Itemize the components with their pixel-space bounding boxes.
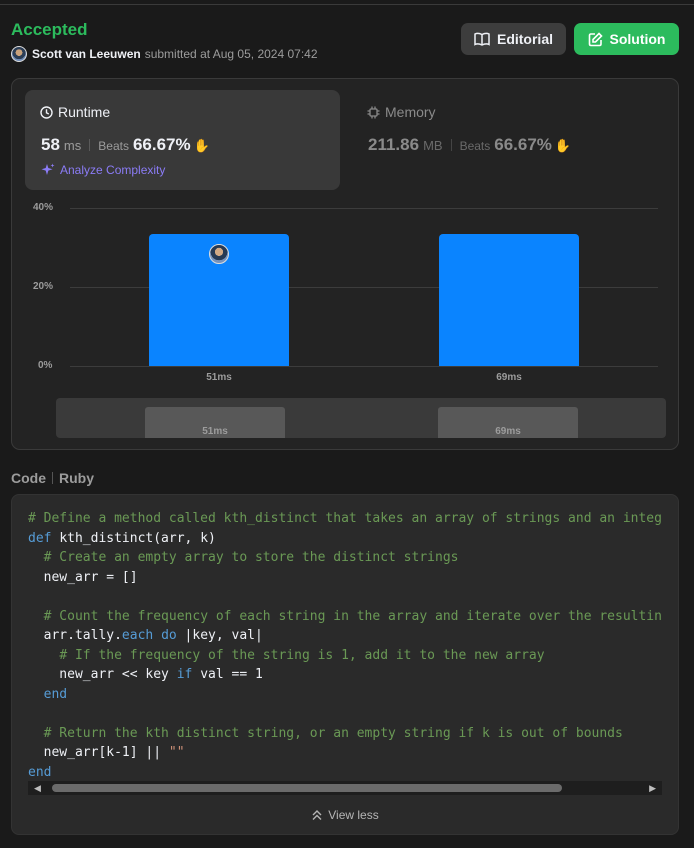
x-tick-label: 69ms xyxy=(496,372,522,383)
y-tick-label: 40% xyxy=(33,202,54,213)
chip-icon xyxy=(367,106,380,118)
double-chevron-up-icon xyxy=(312,810,322,820)
code-language: Ruby xyxy=(59,470,94,486)
scrollbar-thumb[interactable] xyxy=(52,784,562,792)
clock-icon xyxy=(40,105,53,119)
book-icon xyxy=(474,32,490,46)
code-block: # Define a method called kth_distinct th… xyxy=(11,494,679,835)
chart-gridline xyxy=(70,366,658,367)
view-less-button[interactable]: View less xyxy=(12,808,678,822)
clap-icon: ✋ xyxy=(193,138,210,153)
memory-unit: MB xyxy=(423,138,443,153)
memory-metric: 211.86 MB Beats 66.67% ✋ xyxy=(368,135,571,155)
submitted-at: submitted at Aug 05, 2024 07:42 xyxy=(144,47,318,61)
runtime-beats-label: Beats xyxy=(98,139,129,153)
user-name[interactable]: Scott van Leeuwen xyxy=(32,47,141,61)
x-tick-label: 51ms xyxy=(206,372,232,383)
top-divider xyxy=(0,4,694,5)
metric-separator xyxy=(89,139,91,151)
metric-separator xyxy=(450,139,452,151)
performance-panel: Runtime 58 ms Beats 66.67% ✋ Analyze Com… xyxy=(11,78,679,450)
sparkle-icon xyxy=(41,163,55,175)
brush-tick-label: 69ms xyxy=(495,426,521,437)
memory-beats-label: Beats xyxy=(459,139,491,153)
memory-value: 211.86 xyxy=(368,135,420,154)
view-less-label: View less xyxy=(328,808,379,822)
y-tick-label: 0% xyxy=(38,360,53,371)
user-avatar[interactable] xyxy=(11,46,27,62)
y-tick-label: 20% xyxy=(33,281,54,292)
solution-button[interactable]: Solution xyxy=(574,23,679,55)
runtime-unit: ms xyxy=(63,138,82,153)
header-separator xyxy=(52,472,53,484)
chart-gridline xyxy=(70,208,658,209)
scroll-right-icon[interactable]: ▶ xyxy=(649,783,656,794)
memory-card[interactable]: Memory 211.86 MB Beats 66.67% ✋ xyxy=(367,90,667,190)
code-header: Code Ruby xyxy=(11,470,94,486)
brush-tick-label: 51ms xyxy=(202,426,228,437)
scroll-left-icon[interactable]: ◀ xyxy=(34,783,41,794)
submission-info: Scott van Leeuwen submitted at Aug 05, 2… xyxy=(11,45,318,63)
runtime-value: 58 xyxy=(41,135,60,154)
analyze-label: Analyze Complexity xyxy=(60,163,166,177)
memory-title-text: Memory xyxy=(385,104,436,120)
analyze-complexity-link[interactable]: Analyze Complexity xyxy=(41,163,165,177)
runtime-metric: 58 ms Beats 66.67% ✋ xyxy=(41,135,210,155)
runtime-beats-pct: 66.67% xyxy=(132,135,191,154)
code-label: Code xyxy=(11,470,46,486)
runtime-title: Runtime xyxy=(40,104,110,120)
editorial-label: Editorial xyxy=(496,31,553,47)
submission-status: Accepted xyxy=(11,20,88,39)
clap-icon: ✋ xyxy=(554,138,572,153)
edit-icon xyxy=(588,31,603,46)
chart-bar[interactable] xyxy=(439,234,579,366)
code-content[interactable]: # Define a method called kth_distinct th… xyxy=(28,509,662,785)
memory-beats-pct: 66.67% xyxy=(494,135,552,154)
runtime-title-text: Runtime xyxy=(58,104,111,120)
solution-label: Solution xyxy=(609,31,666,47)
runtime-card[interactable]: Runtime 58 ms Beats 66.67% ✋ Analyze Com… xyxy=(25,90,340,190)
chart-range-brush[interactable]: 51ms 69ms xyxy=(56,398,666,438)
horizontal-scrollbar[interactable]: ◀ ▶ xyxy=(28,781,662,795)
memory-title: Memory xyxy=(367,104,436,120)
editorial-button[interactable]: Editorial xyxy=(461,23,566,55)
